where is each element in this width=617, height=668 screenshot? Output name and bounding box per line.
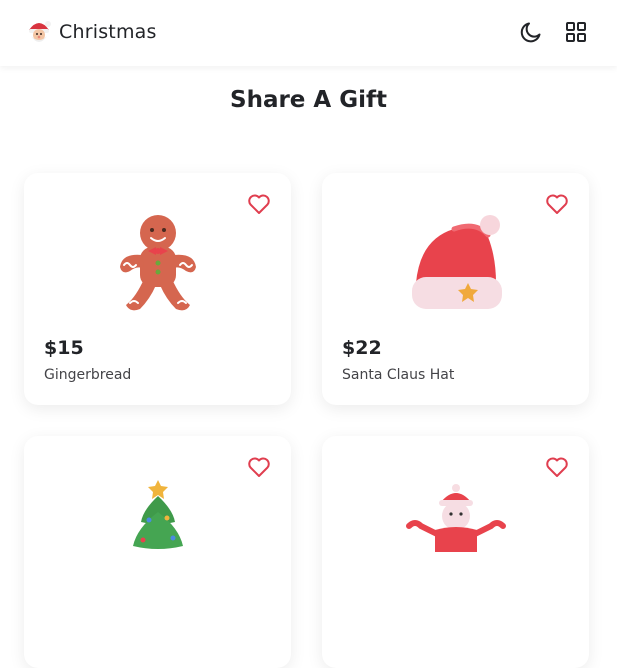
grid-icon (566, 22, 586, 42)
brand-name: Christmas (59, 21, 157, 43)
theme-toggle-button[interactable] (519, 20, 543, 44)
product-card[interactable] (24, 436, 291, 668)
product-price: $15 (44, 337, 84, 359)
product-name: Gingerbread (44, 367, 132, 383)
product-image (24, 476, 291, 588)
product-image (322, 207, 589, 319)
product-card[interactable] (322, 436, 589, 668)
product-card[interactable]: $15 Gingerbread (24, 173, 291, 405)
santa-icon (26, 18, 52, 46)
brand-logo[interactable]: Christmas (26, 18, 157, 46)
gingerbread-man-icon (119, 215, 196, 311)
product-image (322, 482, 589, 594)
heart-icon (248, 457, 270, 477)
product-price: $22 (342, 337, 382, 359)
top-header: Christmas (0, 0, 617, 66)
christmas-tree-icon (132, 480, 183, 549)
product-image (24, 207, 291, 319)
section-title: Share A Gift (230, 87, 387, 113)
product-name: Santa Claus Hat (342, 367, 455, 383)
favorite-button[interactable] (247, 456, 271, 478)
snowman-icon (405, 484, 506, 552)
moon-icon (520, 22, 541, 43)
menu-grid-button[interactable] (565, 21, 587, 43)
favorite-button[interactable] (545, 456, 569, 478)
heart-icon (546, 457, 568, 477)
santa-hat-icon (411, 215, 502, 309)
product-card[interactable]: $22 Santa Claus Hat (322, 173, 589, 405)
